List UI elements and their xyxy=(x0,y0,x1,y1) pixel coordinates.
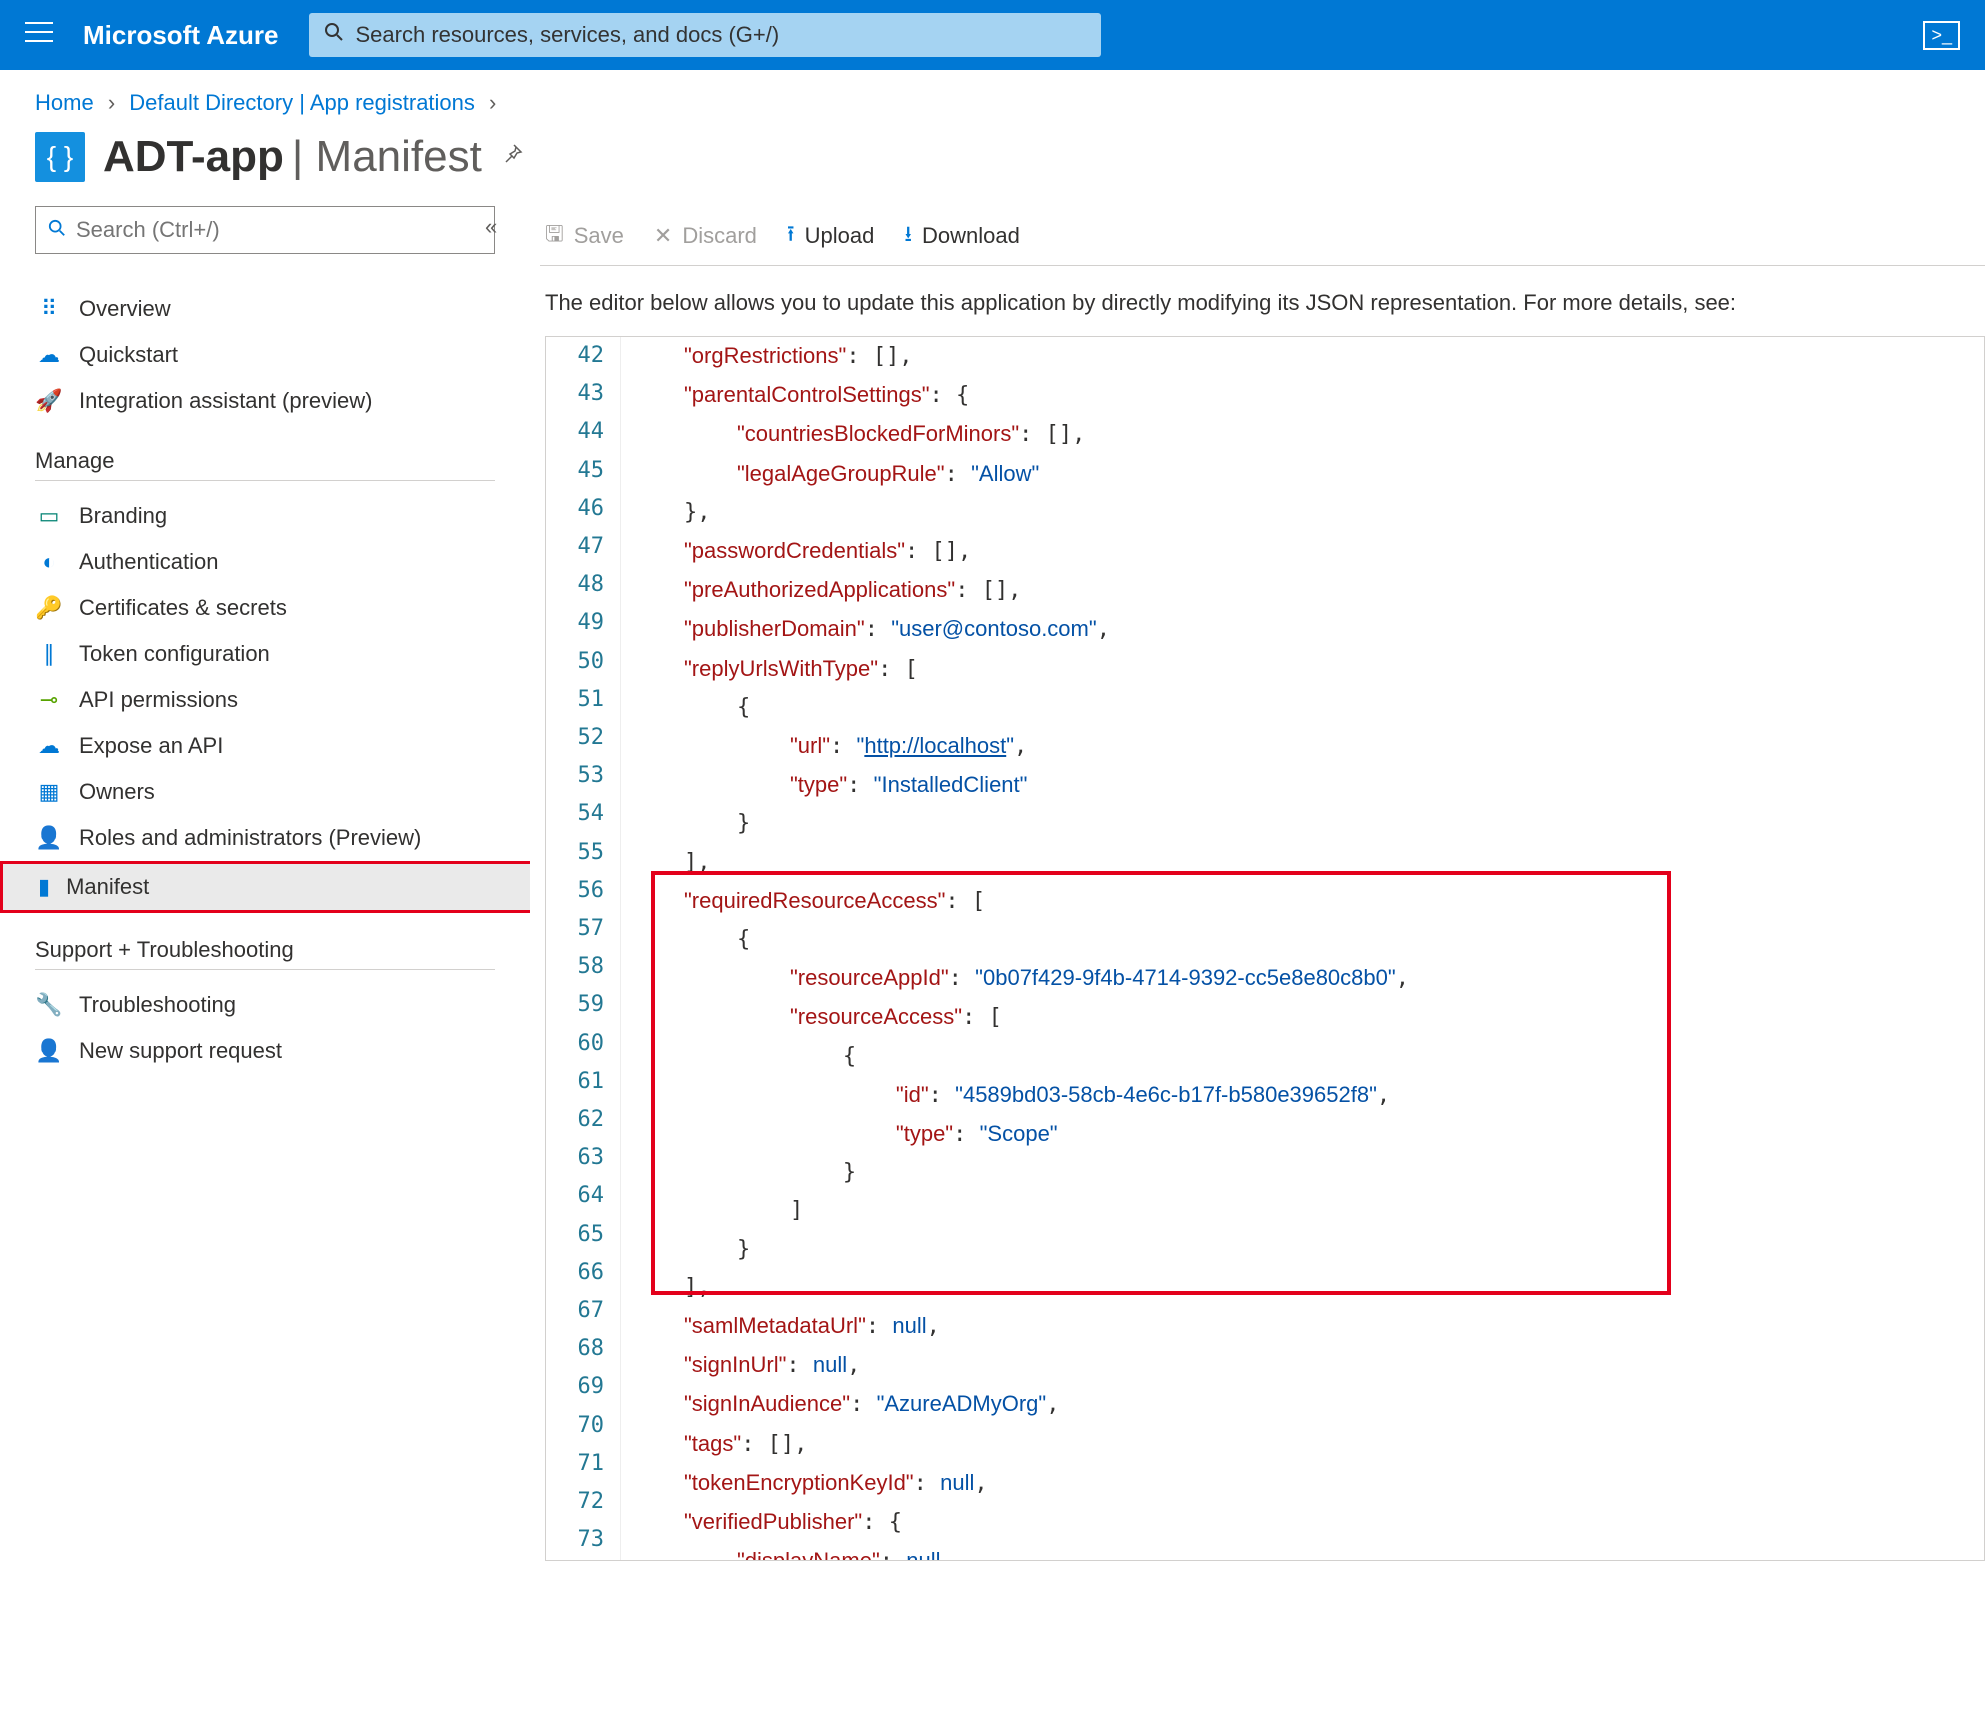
sidebar-item[interactable]: 👤 New support request xyxy=(35,1028,495,1074)
save-button[interactable]: 🖫 Save xyxy=(545,217,624,255)
sidebar-item[interactable]: 🚀 Integration assistant (preview) xyxy=(35,378,495,424)
manifest-icon: ▮ xyxy=(38,874,50,900)
sidebar-item[interactable]: ∥ Token configuration xyxy=(35,631,495,677)
sidebar-search-input[interactable] xyxy=(76,217,482,243)
sidebar-item-label: Token configuration xyxy=(79,641,270,667)
search-icon xyxy=(324,22,344,48)
search-icon xyxy=(48,217,66,243)
sidebar-item-label: Owners xyxy=(79,779,155,805)
sidebar: « ⠿ Overview ☁ Quickstart 🚀 Integration assis… xyxy=(0,206,530,1561)
sidebar-item-label: Certificates & secrets xyxy=(79,595,287,621)
sidebar-icon: ⊸ xyxy=(35,687,63,713)
sidebar-item[interactable]: 🔑 Certificates & secrets xyxy=(35,585,495,631)
sidebar-icon: 🔑 xyxy=(35,595,63,621)
sidebar-item[interactable]: ▦ Owners xyxy=(35,769,495,815)
sidebar-group-support: Support + Troubleshooting xyxy=(35,937,495,970)
sidebar-item[interactable]: 🔧 Troubleshooting xyxy=(35,982,495,1028)
command-bar: 🖫 Save ✕ Discard ⭱ Upload ⭳ Download xyxy=(540,206,1985,266)
highlight-box xyxy=(651,871,1671,1295)
sidebar-icon: 👤 xyxy=(35,1038,63,1064)
page-section: Manifest xyxy=(316,132,482,181)
line-gutter: 42 43 44 45 46 47 48 49 50 51 52 53 54 5… xyxy=(546,337,621,1560)
editor-description: The editor below allows you to update th… xyxy=(540,266,1985,336)
collapse-sidebar-icon[interactable]: « xyxy=(485,214,497,240)
json-editor[interactable]: 42 43 44 45 46 47 48 49 50 51 52 53 54 5… xyxy=(545,336,1985,1561)
button-label: Discard xyxy=(682,223,757,249)
app-name: ADT-app xyxy=(103,132,284,182)
sidebar-item-label: Overview xyxy=(79,296,171,322)
top-bar: Microsoft Azure >_ xyxy=(0,0,1985,70)
discard-button[interactable]: ✕ Discard xyxy=(654,223,757,249)
sidebar-item-manifest[interactable]: ▮ Manifest xyxy=(0,861,530,913)
pin-icon[interactable] xyxy=(500,142,524,173)
sidebar-item-label: New support request xyxy=(79,1038,282,1064)
sidebar-item[interactable]: ▭ Branding xyxy=(35,493,495,539)
sidebar-item-label: Expose an API xyxy=(79,733,223,759)
breadcrumb: Home › Default Directory | App registrat… xyxy=(0,70,1985,124)
sidebar-icon: ☁ xyxy=(35,342,63,368)
sidebar-item[interactable]: 👤 Roles and administrators (Preview) xyxy=(35,815,495,861)
app-tile-icon: { } xyxy=(35,132,85,182)
global-search[interactable] xyxy=(309,13,1101,57)
sidebar-item-label: Branding xyxy=(79,503,167,529)
content-area: 🖫 Save ✕ Discard ⭱ Upload ⭳ Download The… xyxy=(530,206,1985,1561)
sidebar-icon: ▦ xyxy=(35,779,63,805)
breadcrumb-home[interactable]: Home xyxy=(35,90,94,115)
cloud-shell-icon[interactable]: >_ xyxy=(1923,21,1960,50)
sidebar-item[interactable]: ☁ Expose an API xyxy=(35,723,495,769)
sidebar-icon: 🚀 xyxy=(35,388,63,414)
sidebar-icon: ◐ xyxy=(35,549,63,575)
breadcrumb-dir[interactable]: Default Directory | App registrations xyxy=(129,90,475,115)
sidebar-item[interactable]: ☁ Quickstart xyxy=(35,332,495,378)
download-button[interactable]: ⭳ Download xyxy=(904,217,1020,255)
chevron-right-icon: › xyxy=(108,90,115,115)
sidebar-icon: ∥ xyxy=(35,641,63,667)
sidebar-icon: ☁ xyxy=(35,733,63,759)
page-title: ADT-app | Manifest xyxy=(103,132,482,182)
sidebar-item[interactable]: ◐ Authentication xyxy=(35,539,495,585)
sidebar-item-label: Roles and administrators (Preview) xyxy=(79,825,421,851)
sidebar-item[interactable]: ⊸ API permissions xyxy=(35,677,495,723)
sidebar-item-label: Troubleshooting xyxy=(79,992,236,1018)
brand-label: Microsoft Azure xyxy=(83,20,279,51)
upload-button[interactable]: ⭱ Upload xyxy=(787,217,874,255)
sidebar-item-label: Quickstart xyxy=(79,342,178,368)
page-header: { } ADT-app | Manifest xyxy=(0,124,1985,206)
sidebar-item[interactable]: ⠿ Overview xyxy=(35,286,495,332)
sidebar-item-label: Integration assistant (preview) xyxy=(79,388,372,414)
download-icon: ⭳ xyxy=(904,217,912,255)
sidebar-group-manage: Manage xyxy=(35,448,495,481)
global-search-input[interactable] xyxy=(356,22,1086,48)
sidebar-icon: 🔧 xyxy=(35,992,63,1018)
hamburger-icon[interactable] xyxy=(25,21,53,49)
upload-icon: ⭱ xyxy=(787,217,795,255)
chevron-right-icon: › xyxy=(489,90,496,115)
sidebar-item-label: API permissions xyxy=(79,687,238,713)
sidebar-item-label: Manifest xyxy=(66,874,149,900)
save-icon: 🖫 xyxy=(545,217,564,255)
sidebar-icon: 👤 xyxy=(35,825,63,851)
sidebar-search[interactable] xyxy=(35,206,495,254)
sidebar-icon: ▭ xyxy=(35,503,63,529)
button-label: Save xyxy=(574,223,624,249)
sidebar-item-label: Authentication xyxy=(79,549,218,575)
button-label: Download xyxy=(922,223,1020,249)
sidebar-icon: ⠿ xyxy=(35,296,63,322)
button-label: Upload xyxy=(805,223,875,249)
close-icon: ✕ xyxy=(654,223,672,249)
